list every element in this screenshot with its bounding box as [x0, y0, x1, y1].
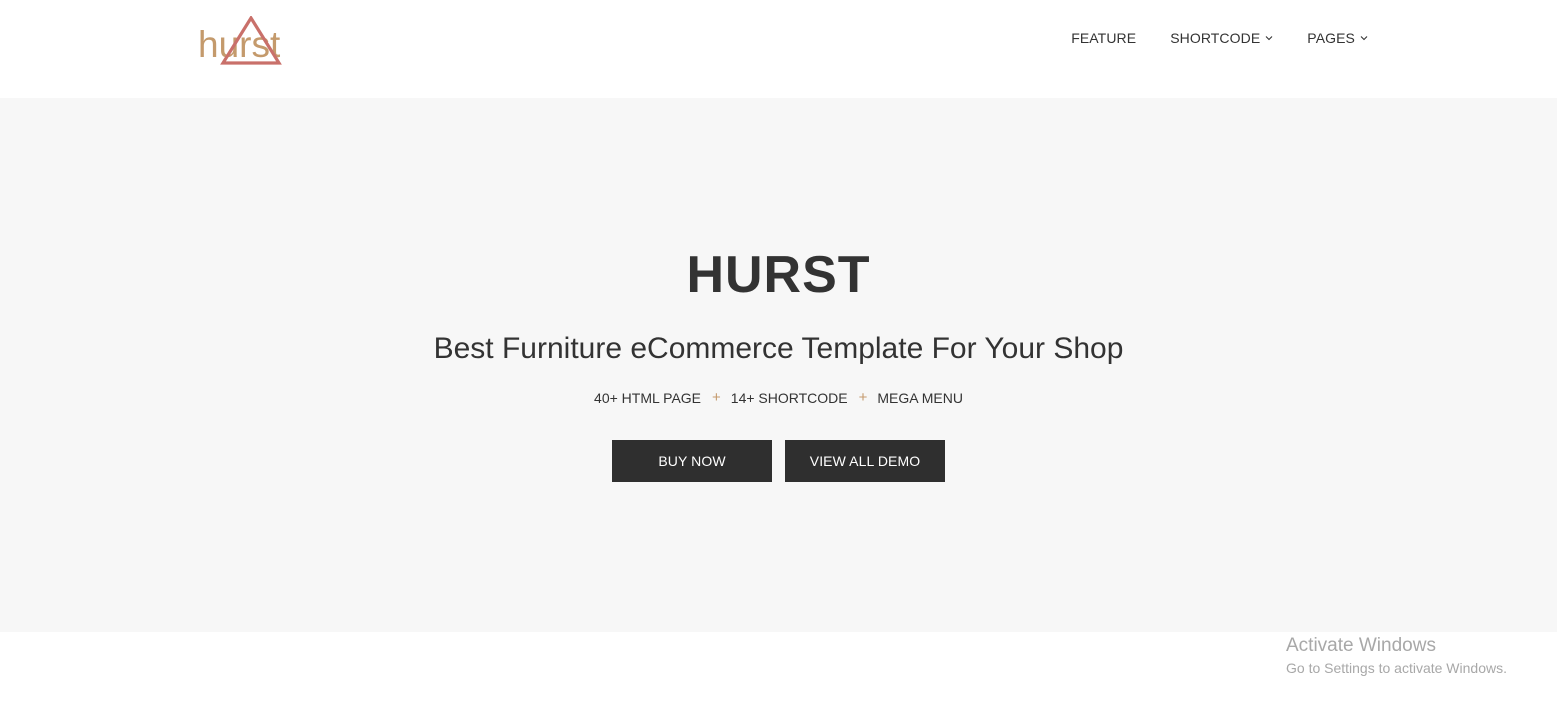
nav-item-pages[interactable]: PAGES: [1307, 30, 1368, 46]
nav-item-label: FEATURE: [1071, 30, 1137, 46]
plus-icon: +: [712, 389, 721, 406]
watermark-subtitle: Go to Settings to activate Windows.: [1286, 660, 1507, 676]
buy-now-button[interactable]: BUY NOW: [612, 440, 772, 482]
nav-item-feature[interactable]: FEATURE: [1071, 30, 1136, 46]
feature-item: MEGA MENU: [877, 390, 963, 406]
hero-title: HURST: [686, 246, 871, 304]
nav-item-shortcode[interactable]: SHORTCODE: [1170, 30, 1273, 46]
watermark-title: Activate Windows: [1286, 635, 1436, 656]
hero-section: HURST Best Furniture eCommerce Template …: [0, 98, 1557, 632]
chevron-down-icon: [1265, 34, 1273, 42]
logo-graphic: hurst: [198, 16, 282, 65]
chevron-down-icon: [1360, 34, 1368, 42]
site-header: hurst FEATURE SHORTCODE PAGES: [0, 0, 1557, 98]
nav-item-label: SHORTCODE: [1170, 30, 1261, 46]
plus-icon: +: [858, 389, 868, 406]
nav-item-label: PAGES: [1307, 30, 1355, 46]
hero-buttons: BUY NOW VIEW ALL DEMO: [0, 440, 1557, 482]
site-logo[interactable]: hurst: [198, 16, 304, 66]
feature-item: 40+ HTML PAGE: [594, 390, 702, 406]
windows-activation-watermark: Activate Windows Go to Settings to activ…: [1286, 634, 1507, 678]
feature-item: 14+ SHORTCODE: [730, 390, 848, 406]
feature-list: 40+ HTML PAGE + 14+ SHORTCODE + MEGA MEN…: [0, 388, 1557, 408]
view-all-demo-button[interactable]: VIEW ALL DEMO: [785, 440, 945, 482]
main-nav: FEATURE SHORTCODE PAGES: [1071, 29, 1368, 47]
hero-subtitle: Best Furniture eCommerce Template For Yo…: [433, 332, 1124, 365]
